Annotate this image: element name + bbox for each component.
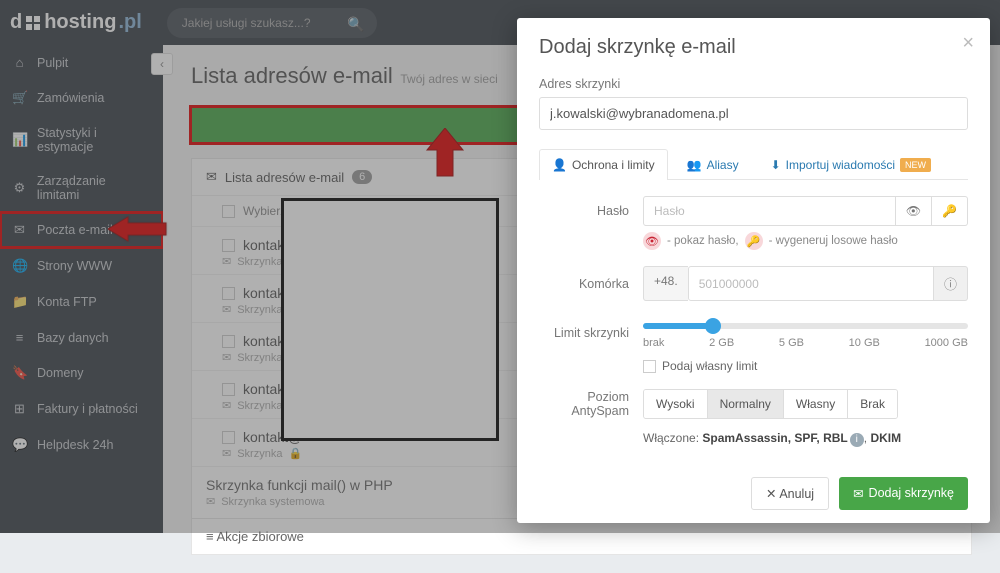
antispam-row: Poziom AntySpam Wysoki Normalny Własny B… bbox=[539, 389, 968, 419]
cancel-button[interactable]: ✕ Anuluj bbox=[751, 477, 829, 510]
show-password-icon[interactable]: 👁 bbox=[896, 196, 932, 226]
slider-tick: 2 GB bbox=[709, 337, 734, 349]
mobile-prefix: +48. bbox=[643, 266, 688, 301]
slider-fill bbox=[643, 323, 708, 329]
hint-text: - wygeneruj losowe hasło bbox=[769, 235, 898, 247]
address-input[interactable] bbox=[539, 97, 968, 130]
enabled-prefix: Włączone: bbox=[643, 431, 699, 445]
modal-title: Dodaj skrzynkę e-mail bbox=[539, 36, 968, 59]
enabled-features: Włączone: SpamAssassin, SPF, RBLi, DKIM bbox=[643, 431, 968, 447]
slider-labels: brak 2 GB 5 GB 10 GB 1000 GB bbox=[643, 337, 968, 349]
tab-label: Aliasy bbox=[707, 158, 739, 172]
tab-label: Ochrona i limity bbox=[572, 158, 655, 172]
slider-tick: 10 GB bbox=[849, 337, 880, 349]
eye-hint-icon: 👁 bbox=[643, 232, 661, 250]
custom-limit-label: Podaj własny limit bbox=[662, 359, 757, 373]
limit-slider[interactable] bbox=[643, 323, 968, 329]
antispam-option-wysoki[interactable]: Wysoki bbox=[644, 390, 708, 418]
envelope-icon: ✉ bbox=[853, 486, 863, 501]
tab-protection[interactable]: 👤 Ochrona i limity bbox=[539, 149, 668, 180]
add-mailbox-modal: × Dodaj skrzynkę e-mail Adres skrzynki 👤… bbox=[517, 18, 990, 523]
hint-text: - pokaz hasło, bbox=[667, 235, 739, 247]
antispam-option-brak[interactable]: Brak bbox=[848, 390, 897, 418]
password-input[interactable] bbox=[643, 196, 896, 226]
modal-tabs: 👤 Ochrona i limity 👥 Aliasy ⬇ Importuj wiad… bbox=[539, 148, 968, 180]
tab-import[interactable]: ⬇ Importuj wiadomości NEW bbox=[758, 149, 944, 180]
mobile-row: Komórka +48. ⓘ bbox=[539, 266, 968, 301]
enabled-dkim: DKIM bbox=[870, 431, 901, 445]
key-hint-icon: 🔑 bbox=[745, 232, 763, 250]
password-label: Hasło bbox=[539, 204, 629, 218]
password-hint: 👁 - pokaz hasło, 🔑 - wygeneruj losowe hasł… bbox=[643, 232, 968, 250]
info-icon[interactable]: ⓘ bbox=[934, 266, 968, 301]
tab-aliases[interactable]: 👥 Aliasy bbox=[674, 149, 752, 180]
enabled-items: SpamAssassin, SPF, RBL bbox=[702, 431, 847, 445]
custom-limit-row[interactable]: Podaj własny limit bbox=[643, 359, 968, 373]
generate-password-icon[interactable]: 🔑 bbox=[932, 196, 968, 226]
submit-button[interactable]: ✉ Dodaj skrzynkę bbox=[839, 477, 968, 510]
antispam-label: Poziom AntySpam bbox=[539, 390, 629, 418]
slider-tick: 5 GB bbox=[779, 337, 804, 349]
download-icon: ⬇ bbox=[771, 158, 781, 172]
user-shield-icon: 👤 bbox=[552, 158, 567, 172]
slider-tick: 1000 GB bbox=[925, 337, 968, 349]
antispam-option-wlasny[interactable]: Własny bbox=[784, 390, 848, 418]
limit-row: Limit skrzynki brak 2 GB 5 GB 10 GB 1000… bbox=[539, 317, 968, 349]
password-row: Hasło 👁 🔑 bbox=[539, 196, 968, 226]
antispam-button-group: Wysoki Normalny Własny Brak bbox=[643, 389, 898, 419]
slider-thumb[interactable] bbox=[705, 318, 721, 334]
button-label: Dodaj skrzynkę bbox=[869, 486, 954, 500]
new-badge: NEW bbox=[900, 158, 931, 172]
limit-label: Limit skrzynki bbox=[539, 326, 629, 340]
tab-label: Importuj wiadomości bbox=[786, 158, 895, 172]
users-icon: 👥 bbox=[687, 158, 702, 172]
modal-footer: ✕ Anuluj ✉ Dodaj skrzynkę bbox=[539, 477, 968, 510]
checkbox[interactable] bbox=[643, 360, 656, 373]
slider-tick: brak bbox=[643, 337, 664, 349]
mobile-input[interactable] bbox=[688, 266, 934, 301]
button-label: Anuluj bbox=[779, 487, 814, 501]
antispam-option-normalny[interactable]: Normalny bbox=[708, 390, 784, 418]
info-icon[interactable]: i bbox=[850, 433, 864, 447]
address-label: Adres skrzynki bbox=[539, 77, 968, 91]
mobile-label: Komórka bbox=[539, 277, 629, 291]
close-icon[interactable]: × bbox=[962, 32, 974, 55]
